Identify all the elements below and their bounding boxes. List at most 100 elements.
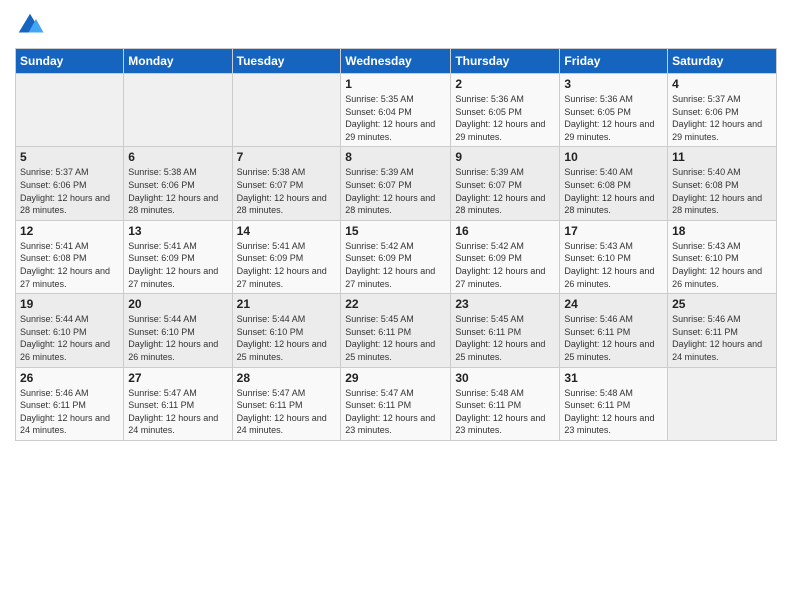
day-number: 7 (237, 150, 337, 164)
day-number: 24 (564, 297, 663, 311)
calendar-header: SundayMondayTuesdayWednesdayThursdayFrid… (16, 49, 777, 74)
day-info: Sunrise: 5:46 AM Sunset: 6:11 PM Dayligh… (564, 313, 663, 363)
logo-icon (15, 10, 45, 40)
day-info: Sunrise: 5:38 AM Sunset: 6:07 PM Dayligh… (237, 166, 337, 216)
day-cell: 8 Sunrise: 5:39 AM Sunset: 6:07 PM Daylig… (341, 147, 451, 220)
day-info: Sunrise: 5:35 AM Sunset: 6:04 PM Dayligh… (345, 93, 446, 143)
day-number: 30 (455, 371, 555, 385)
day-cell: 10 Sunrise: 5:40 AM Sunset: 6:08 PM Dayli… (560, 147, 668, 220)
day-info: Sunrise: 5:36 AM Sunset: 6:05 PM Dayligh… (564, 93, 663, 143)
day-number: 21 (237, 297, 337, 311)
day-cell: 7 Sunrise: 5:38 AM Sunset: 6:07 PM Daylig… (232, 147, 341, 220)
day-number: 27 (128, 371, 227, 385)
day-cell: 21Sunrise: 5:44 AM Sunset: 6:10 PM Dayli… (232, 294, 341, 367)
day-cell (124, 74, 232, 147)
day-number: 20 (128, 297, 227, 311)
day-info: Sunrise: 5:39 AM Sunset: 6:07 PM Dayligh… (455, 166, 555, 216)
day-number: 15 (345, 224, 446, 238)
day-info: Sunrise: 5:47 AM Sunset: 6:11 PM Dayligh… (345, 387, 446, 437)
day-info: Sunrise: 5:44 AM Sunset: 6:10 PM Dayligh… (20, 313, 119, 363)
day-number: 18 (672, 224, 772, 238)
day-cell: 4 Sunrise: 5:37 AM Sunset: 6:06 PM Daylig… (668, 74, 777, 147)
day-cell: 31 Sunrise: 5:48 AM Sunset: 6:11 PM Dayli… (560, 367, 668, 440)
day-number: 25 (672, 297, 772, 311)
day-number: 2 (455, 77, 555, 91)
day-cell: 29 Sunrise: 5:47 AM Sunset: 6:11 PM Dayli… (341, 367, 451, 440)
day-cell: 28Sunrise: 5:47 AM Sunset: 6:11 PM Dayli… (232, 367, 341, 440)
day-cell: 9 Sunrise: 5:39 AM Sunset: 6:07 PM Daylig… (451, 147, 560, 220)
week-row-5: 26 Sunrise: 5:46 AM Sunset: 6:11 PM Dayli… (16, 367, 777, 440)
day-cell: 3 Sunrise: 5:36 AM Sunset: 6:05 PM Daylig… (560, 74, 668, 147)
day-info: Sunrise: 5:37 AM Sunset: 6:06 PM Dayligh… (20, 166, 119, 216)
weekday-header-thursday: Thursday (451, 49, 560, 74)
week-row-2: 5Sunrise: 5:37 AM Sunset: 6:06 PM Daylig… (16, 147, 777, 220)
day-info: Sunrise: 5:44 AM Sunset: 6:10 PM Dayligh… (128, 313, 227, 363)
weekday-header-monday: Monday (124, 49, 232, 74)
header (15, 10, 777, 40)
day-info: Sunrise: 5:48 AM Sunset: 6:11 PM Dayligh… (564, 387, 663, 437)
day-cell: 23 Sunrise: 5:45 AM Sunset: 6:11 PM Dayli… (451, 294, 560, 367)
day-cell: 12 Sunrise: 5:41 AM Sunset: 6:08 PM Dayli… (16, 220, 124, 293)
day-cell: 14 Sunrise: 5:41 AM Sunset: 6:09 PM Dayli… (232, 220, 341, 293)
weekday-header-wednesday: Wednesday (341, 49, 451, 74)
day-info: Sunrise: 5:36 AM Sunset: 6:05 PM Dayligh… (455, 93, 555, 143)
day-cell: 11Sunrise: 5:40 AM Sunset: 6:08 PM Dayli… (668, 147, 777, 220)
day-cell: 5Sunrise: 5:37 AM Sunset: 6:06 PM Daylig… (16, 147, 124, 220)
day-info: Sunrise: 5:41 AM Sunset: 6:09 PM Dayligh… (128, 240, 227, 290)
day-info: Sunrise: 5:39 AM Sunset: 6:07 PM Dayligh… (345, 166, 446, 216)
day-number: 9 (455, 150, 555, 164)
day-number: 8 (345, 150, 446, 164)
logo (15, 10, 49, 40)
calendar-body: 1Sunrise: 5:35 AM Sunset: 6:04 PM Daylig… (16, 74, 777, 441)
day-number: 16 (455, 224, 555, 238)
day-cell: 25 Sunrise: 5:46 AM Sunset: 6:11 PM Dayli… (668, 294, 777, 367)
day-info: Sunrise: 5:42 AM Sunset: 6:09 PM Dayligh… (455, 240, 555, 290)
day-number: 13 (128, 224, 227, 238)
day-number: 14 (237, 224, 337, 238)
day-number: 26 (20, 371, 119, 385)
day-cell: 30 Sunrise: 5:48 AM Sunset: 6:11 PM Dayli… (451, 367, 560, 440)
weekday-header-saturday: Saturday (668, 49, 777, 74)
day-info: Sunrise: 5:47 AM Sunset: 6:11 PM Dayligh… (128, 387, 227, 437)
day-cell: 13 Sunrise: 5:41 AM Sunset: 6:09 PM Dayli… (124, 220, 232, 293)
day-info: Sunrise: 5:40 AM Sunset: 6:08 PM Dayligh… (672, 166, 772, 216)
day-cell: 17Sunrise: 5:43 AM Sunset: 6:10 PM Dayli… (560, 220, 668, 293)
day-number: 22 (345, 297, 446, 311)
day-info: Sunrise: 5:42 AM Sunset: 6:09 PM Dayligh… (345, 240, 446, 290)
day-number: 3 (564, 77, 663, 91)
day-info: Sunrise: 5:45 AM Sunset: 6:11 PM Dayligh… (455, 313, 555, 363)
day-info: Sunrise: 5:47 AM Sunset: 6:11 PM Dayligh… (237, 387, 337, 437)
day-cell (16, 74, 124, 147)
weekday-header-row: SundayMondayTuesdayWednesdayThursdayFrid… (16, 49, 777, 74)
weekday-header-sunday: Sunday (16, 49, 124, 74)
day-cell: 22Sunrise: 5:45 AM Sunset: 6:11 PM Dayli… (341, 294, 451, 367)
day-cell: 16 Sunrise: 5:42 AM Sunset: 6:09 PM Dayli… (451, 220, 560, 293)
day-info: Sunrise: 5:48 AM Sunset: 6:11 PM Dayligh… (455, 387, 555, 437)
day-number: 31 (564, 371, 663, 385)
day-cell (668, 367, 777, 440)
calendar-table: SundayMondayTuesdayWednesdayThursdayFrid… (15, 48, 777, 441)
day-info: Sunrise: 5:46 AM Sunset: 6:11 PM Dayligh… (20, 387, 119, 437)
day-cell: 2 Sunrise: 5:36 AM Sunset: 6:05 PM Daylig… (451, 74, 560, 147)
day-cell: 24 Sunrise: 5:46 AM Sunset: 6:11 PM Dayli… (560, 294, 668, 367)
day-number: 23 (455, 297, 555, 311)
day-cell: 1Sunrise: 5:35 AM Sunset: 6:04 PM Daylig… (341, 74, 451, 147)
day-number: 17 (564, 224, 663, 238)
day-number: 29 (345, 371, 446, 385)
day-info: Sunrise: 5:38 AM Sunset: 6:06 PM Dayligh… (128, 166, 227, 216)
day-number: 19 (20, 297, 119, 311)
day-cell: 18Sunrise: 5:43 AM Sunset: 6:10 PM Dayli… (668, 220, 777, 293)
day-info: Sunrise: 5:40 AM Sunset: 6:08 PM Dayligh… (564, 166, 663, 216)
day-info: Sunrise: 5:46 AM Sunset: 6:11 PM Dayligh… (672, 313, 772, 363)
weekday-header-friday: Friday (560, 49, 668, 74)
week-row-4: 19 Sunrise: 5:44 AM Sunset: 6:10 PM Dayli… (16, 294, 777, 367)
day-info: Sunrise: 5:37 AM Sunset: 6:06 PM Dayligh… (672, 93, 772, 143)
day-cell: 26 Sunrise: 5:46 AM Sunset: 6:11 PM Dayli… (16, 367, 124, 440)
day-info: Sunrise: 5:41 AM Sunset: 6:08 PM Dayligh… (20, 240, 119, 290)
day-cell: 15 Sunrise: 5:42 AM Sunset: 6:09 PM Dayli… (341, 220, 451, 293)
day-info: Sunrise: 5:41 AM Sunset: 6:09 PM Dayligh… (237, 240, 337, 290)
day-number: 4 (672, 77, 772, 91)
day-number: 10 (564, 150, 663, 164)
day-number: 12 (20, 224, 119, 238)
day-cell: 27 Sunrise: 5:47 AM Sunset: 6:11 PM Dayli… (124, 367, 232, 440)
